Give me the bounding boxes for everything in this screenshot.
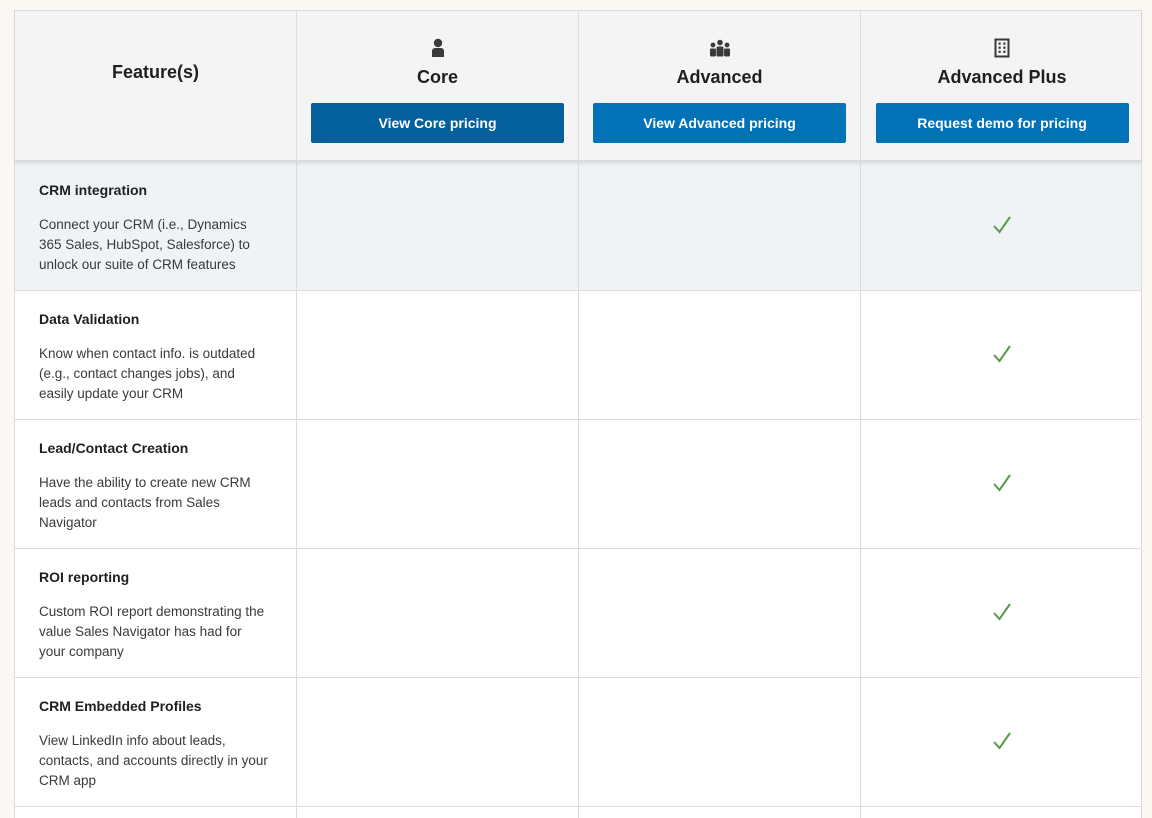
table-row: ROI reporting Custom ROI report demonstr… — [15, 549, 1141, 678]
feature-title: Data Validation — [39, 311, 140, 327]
person-icon — [427, 37, 449, 59]
core-cell — [297, 420, 579, 548]
feature-cell: Lead/Contact Creation Have the ability t… — [15, 420, 297, 548]
feature-column-header: Feature(s) — [15, 11, 297, 160]
feature-title: CRM integration — [39, 182, 148, 198]
view-core-pricing-button[interactable]: View Core pricing — [311, 103, 564, 143]
advanced-cell — [579, 291, 861, 419]
feature-title: ROI reporting — [39, 569, 130, 585]
core-cell — [297, 162, 579, 290]
request-demo-button[interactable]: Request demo for pricing — [875, 103, 1129, 143]
building-icon — [991, 37, 1013, 59]
plan-name-advanced-plus: Advanced Plus — [937, 67, 1067, 87]
advanced-cell — [579, 678, 861, 806]
advanced-cell — [579, 420, 861, 548]
plan-header-advanced-plus: Advanced Plus Request demo for pricing — [861, 11, 1143, 160]
plan-name-advanced: Advanced — [676, 67, 763, 87]
table-row: CRM integration Connect your CRM (i.e., … — [15, 162, 1141, 291]
feature-title: CRM Embedded Profiles — [39, 698, 202, 714]
feature-description: View LinkedIn info about leads, contacts… — [39, 733, 268, 788]
advanced-plus-cell — [861, 291, 1143, 419]
checkmark-icon — [993, 474, 1011, 492]
plan-name-core: Core — [416, 67, 458, 87]
feature-description: Have the ability to create new CRM leads… — [39, 475, 251, 530]
advanced-cell — [579, 549, 861, 677]
core-cell — [297, 807, 579, 818]
advanced-plus-cell — [861, 807, 1143, 818]
table-row: Lead/Contact Creation Have the ability t… — [15, 420, 1141, 549]
advanced-cell — [579, 162, 861, 290]
checkmark-icon — [993, 216, 1011, 234]
feature-cell: Data Validation Know when contact info. … — [15, 291, 297, 419]
advanced-cell — [579, 807, 861, 818]
feature-cell: CRM Embedded Profiles View LinkedIn info… — [15, 678, 297, 806]
feature-cell: CRM integration Connect your CRM (i.e., … — [15, 162, 297, 290]
checkmark-icon — [993, 732, 1011, 750]
table-header: Feature(s) Core View Core pricing Advanc… — [15, 11, 1141, 162]
checkmark-icon — [993, 345, 1011, 363]
feature-title: Lead/Contact Creation — [39, 440, 189, 456]
feature-cell — [15, 807, 297, 818]
feature-description: Connect your CRM (i.e., Dynamics 365 Sal… — [39, 217, 250, 272]
view-advanced-pricing-button[interactable]: View Advanced pricing — [593, 103, 846, 143]
plan-header-core: Core View Core pricing — [297, 11, 579, 160]
advanced-plus-cell — [861, 420, 1143, 548]
feature-description: Know when contact info. is outdated (e.g… — [39, 346, 256, 401]
advanced-plus-cell — [861, 162, 1143, 290]
feature-cell: ROI reporting Custom ROI report demonstr… — [15, 549, 297, 677]
core-cell — [297, 291, 579, 419]
core-cell — [297, 549, 579, 677]
advanced-plus-cell — [861, 549, 1143, 677]
table-row: CRM Embedded Profiles View LinkedIn info… — [15, 678, 1141, 807]
checkmark-icon — [993, 603, 1011, 621]
pricing-comparison-table: Feature(s) Core View Core pricing Advanc… — [14, 10, 1142, 818]
table-row: Data Validation Know when contact info. … — [15, 291, 1141, 420]
core-cell — [297, 678, 579, 806]
feature-header-label: Feature(s) — [111, 62, 200, 82]
table-row — [15, 807, 1141, 818]
advanced-plus-cell — [861, 678, 1143, 806]
group-icon — [709, 37, 731, 59]
plan-header-advanced: Advanced View Advanced pricing — [579, 11, 861, 160]
feature-description: Custom ROI report demonstrating the valu… — [39, 604, 265, 659]
